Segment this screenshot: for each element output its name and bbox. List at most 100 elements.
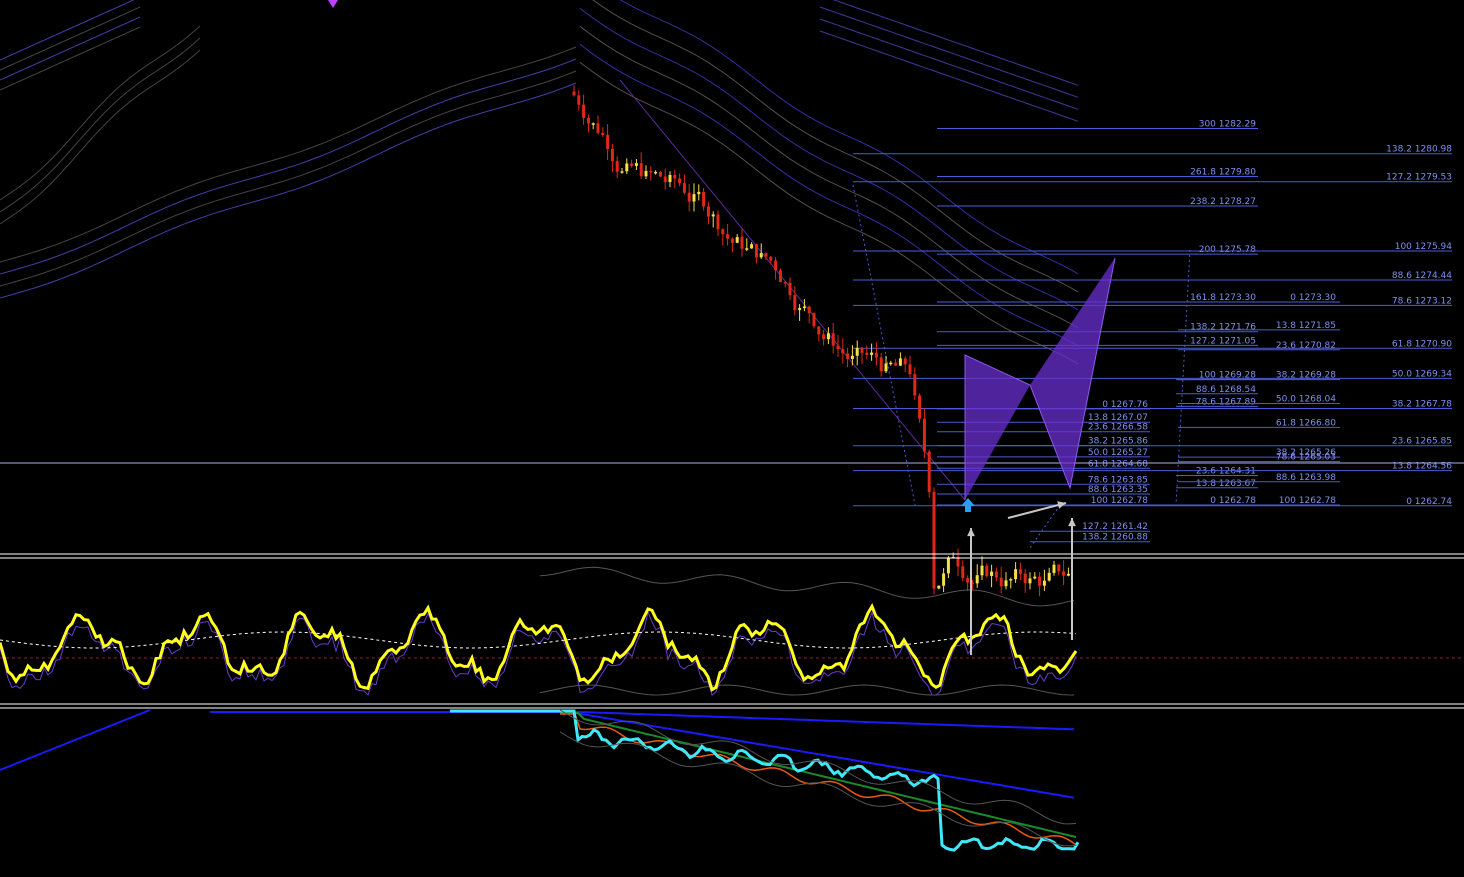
- candle-body: [759, 253, 763, 258]
- envelope-band: [0, 16, 141, 81]
- candle-body: [601, 132, 605, 135]
- fib-level-label: 13.8 1267.07: [1088, 413, 1148, 423]
- envelope-band: [0, 46, 577, 263]
- candle-body: [663, 176, 667, 182]
- fib-level-label: 23.6 1265.85: [1392, 437, 1452, 447]
- candle-body: [711, 214, 715, 217]
- envelope-band: [619, 0, 1079, 275]
- candle-body: [730, 238, 734, 243]
- annotation-arrowhead: [1068, 518, 1076, 527]
- price-envelope-bands: [0, 0, 1079, 501]
- oscillator-pane: [0, 566, 1464, 696]
- candle-body: [846, 353, 850, 359]
- fib-level-label: 138.2 1260.88: [1082, 533, 1148, 543]
- candle-body: [577, 95, 581, 105]
- candle-body: [898, 358, 902, 366]
- envelope-band: [579, 61, 1079, 365]
- candle-body: [889, 362, 893, 365]
- fib-level-label: 0 1273.30: [1290, 293, 1336, 303]
- candle-body: [586, 117, 590, 124]
- oscillator-main-line: [0, 603, 1078, 692]
- candle-body: [932, 492, 936, 589]
- candle-body: [894, 362, 898, 366]
- fib-level-label: 100 1262.78: [1279, 496, 1337, 506]
- candle-body: [582, 104, 586, 118]
- candle-body: [735, 237, 739, 243]
- candle-body: [668, 174, 672, 182]
- candle-body: [572, 91, 576, 96]
- candle-body: [1047, 572, 1051, 581]
- envelope-band: [0, 58, 577, 275]
- fib-level-label: 23.6 1270.82: [1276, 341, 1336, 351]
- fib-level-label: 38.2 1265.86: [1088, 437, 1148, 447]
- candle-body: [702, 191, 706, 207]
- annotation-arrowhead: [967, 528, 975, 537]
- candle-body: [692, 194, 696, 202]
- price-candles: [572, 85, 1070, 597]
- candle-body: [850, 355, 854, 359]
- up-arrow-marker-icon: [961, 498, 975, 512]
- candle-body: [879, 357, 883, 372]
- candle-body: [946, 557, 950, 574]
- candle-body: [1004, 580, 1008, 587]
- envelope-band: [819, 30, 1079, 122]
- chart-markers: [328, 0, 975, 512]
- trading-chart[interactable]: 300 1282.29 261.8 1279.80 238.2 1278.27 200…: [0, 0, 1464, 873]
- envelope-band: [592, 0, 1079, 293]
- candle-body: [649, 170, 653, 173]
- oscillator-band: [539, 684, 1075, 696]
- fib-level-label: 50.0 1269.34: [1392, 369, 1452, 379]
- pattern-triangle-xab: [965, 355, 1030, 500]
- candle-body: [966, 578, 970, 583]
- candle-body: [1009, 579, 1013, 581]
- fib-level-label: 300 1282.29: [1199, 120, 1257, 130]
- envelope-band: [819, 6, 1079, 98]
- fib-level-label: 200 1275.78: [1199, 245, 1257, 255]
- candle-body: [802, 306, 806, 309]
- candle-body: [836, 345, 840, 350]
- candle-body: [634, 163, 638, 166]
- candle-body: [1052, 564, 1056, 573]
- candle-body: [793, 295, 797, 311]
- oscillator-band: [539, 566, 1075, 607]
- candle-body: [918, 395, 922, 419]
- candle-body: [855, 347, 859, 356]
- candle-body: [831, 333, 835, 346]
- candle-body: [716, 214, 720, 230]
- fib-level-label: 88.6 1274.44: [1392, 271, 1452, 281]
- candle-body: [908, 364, 912, 375]
- candle-body: [985, 565, 989, 577]
- fib-level-label: 138.2 1271.76: [1190, 323, 1256, 333]
- candle-body: [999, 577, 1003, 587]
- candle-body: [1057, 564, 1061, 572]
- candle-body: [610, 148, 614, 162]
- envelope-band: [832, 0, 1079, 86]
- candle-body: [620, 171, 624, 173]
- candle-body: [764, 253, 768, 257]
- candle-body: [884, 363, 888, 372]
- fib-level-label: 38.2 1267.78: [1392, 400, 1452, 410]
- envelope-band: [0, 37, 201, 213]
- candle-body: [826, 333, 830, 340]
- candle-body: [841, 349, 845, 354]
- candle-body: [807, 306, 811, 314]
- fib-level-label: 88.6 1263.35: [1088, 485, 1148, 495]
- candle-body: [812, 313, 816, 327]
- chart-canvas[interactable]: 300 1282.29 261.8 1279.80 238.2 1278.27 200…: [0, 0, 1464, 873]
- fib-level-label: 100 1262.78: [1091, 496, 1149, 506]
- candle-body: [975, 575, 979, 584]
- candle-body: [783, 282, 787, 284]
- candle-body: [658, 171, 662, 177]
- long-ma-line: [0, 709, 151, 771]
- envelope-band: [0, 70, 577, 287]
- fibonacci-levels: 300 1282.29 261.8 1279.80 238.2 1278.27 200…: [0, 120, 1464, 549]
- candle-body: [721, 229, 725, 235]
- envelope-band: [0, 0, 135, 61]
- fib-level-label: 38.2 1269.28: [1276, 371, 1336, 381]
- candle-body: [687, 192, 691, 202]
- candle-body: [990, 571, 994, 576]
- moving-average-pane: [0, 709, 1080, 852]
- candle-body: [615, 161, 619, 172]
- fib-level-label: 88.6 1263.98: [1276, 473, 1336, 483]
- fib-level-label: 61.8 1264.68: [1088, 459, 1148, 469]
